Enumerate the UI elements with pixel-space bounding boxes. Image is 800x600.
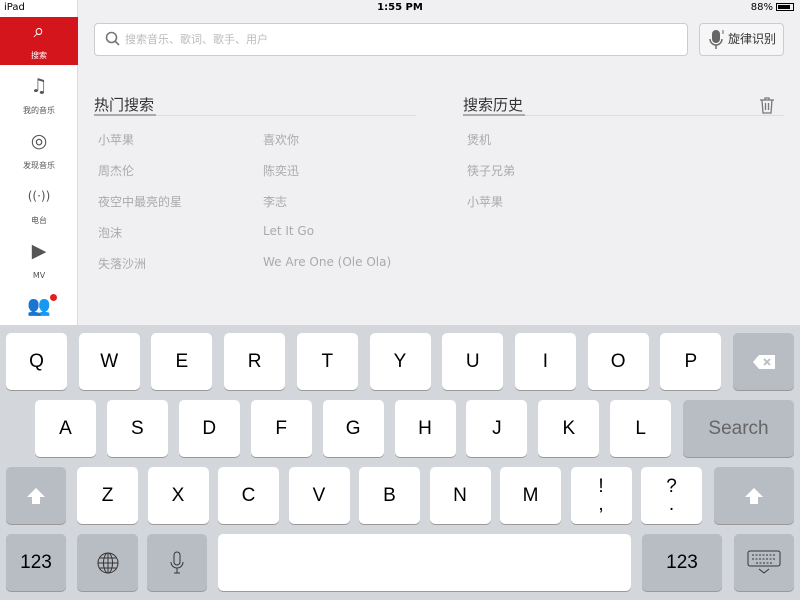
key-r[interactable]: R [224,333,286,390]
sidebar-item-label: 我的音乐 [23,106,55,115]
sidebar-item-label: MV [32,271,46,280]
key-i[interactable]: I [514,333,576,390]
search-suggestion[interactable]: 筷子兄弟 [467,162,515,179]
key-u[interactable]: U [442,333,504,390]
search-suggestion[interactable]: 小苹果 [467,193,503,210]
key-a[interactable]: A [35,400,96,457]
numbers-key-left[interactable]: 123 [6,534,66,591]
key-m[interactable]: M [500,467,561,524]
key-n[interactable]: N [429,467,491,524]
sidebar-item-label: 电台 [31,216,47,225]
search-suggestion[interactable]: 煲机 [467,131,491,148]
backspace-icon [752,354,775,369]
trash-icon[interactable] [759,96,775,114]
search-suggestion[interactable]: 李志 [263,193,287,210]
microphone-icon [709,30,724,49]
shift-key-right[interactable] [714,467,794,524]
battery-icon [776,3,794,11]
status-bar: iPad 1:55 PM 88% [0,0,800,16]
radio-icon: ((·)) [27,189,51,203]
search-input[interactable] [125,30,665,50]
sidebar-item-label: 发现音乐 [23,161,55,170]
key-j[interactable]: J [466,400,528,457]
search-bar[interactable] [94,23,688,56]
keyboard: Q W E R T Y U I O P A S D F G H J K L Search Z X C V B N M! ,? . 12… [0,325,800,600]
history-title: 搜索历史 [463,96,524,114]
key-l[interactable]: L [610,400,672,457]
key-s[interactable]: S [106,400,168,457]
key-v[interactable]: V [288,467,350,524]
key-c[interactable]: C [218,467,279,524]
shift-icon [27,487,45,504]
search-suggestion[interactable]: 喜欢你 [263,131,299,148]
sidebar-item[interactable]: ▶ MV [0,237,78,285]
key-y[interactable]: Y [369,333,431,390]
sidebar-item-label: 搜索 [31,51,47,60]
key-x[interactable]: X [147,467,209,524]
key-p[interactable]: P [660,333,722,390]
melody-recognition-label: 旋律识别 [728,32,777,46]
battery-percent: 88% [750,2,773,13]
friends-icon: 👥 [27,295,51,317]
search-suggestion[interactable]: Let It Go [263,224,314,238]
notification-badge [50,294,57,301]
search-suggestion[interactable]: 泡沫 [98,224,122,241]
search-suggestion[interactable]: 陈奕迅 [263,162,299,179]
search-icon: ⌕ [33,20,45,42]
divider [463,114,525,116]
melody-recognition-button[interactable]: 旋律识别 [699,23,784,56]
globe-key[interactable] [77,534,138,591]
sidebar-item[interactable]: ◎ 发现音乐 [0,127,78,175]
search-suggestion[interactable]: We Are One (Ole Ola) [263,255,391,269]
sidebar: ⌕搜索♫我的音乐◎发现音乐((·))电台▶MV👥朋友 [0,0,78,335]
search-suggestion[interactable]: 周杰伦 [98,162,134,179]
globe-icon [97,552,118,573]
dictation-key[interactable] [147,534,207,591]
microphone-icon [170,551,184,573]
key-t[interactable]: T [296,333,358,390]
shift-icon [745,487,763,504]
search-suggestion[interactable]: 失落沙洲 [98,255,146,272]
key-d[interactable]: D [178,400,240,457]
battery: 88% [751,2,794,13]
key-g[interactable]: G [322,400,384,457]
key-w[interactable]: W [78,333,140,390]
discover-icon: ◎ [30,130,48,152]
clock: 1:55 PM [377,2,423,13]
key-q[interactable]: Q [6,333,67,390]
sidebar-item[interactable]: ♫ 我的音乐 [0,72,78,120]
backspace-key[interactable] [733,333,794,390]
key-exclamation-comma[interactable]: ! , [570,467,632,524]
key-question-period[interactable]: ? . [641,467,702,524]
sidebar-item[interactable]: ((·)) 电台 [0,182,78,230]
key-o[interactable]: O [587,333,649,390]
space-key[interactable] [218,534,631,591]
key-b[interactable]: B [359,467,420,524]
search-icon [105,31,120,46]
hot-search-title: 热门搜索 [94,96,155,114]
keyboard-dismiss-icon [747,550,781,574]
sidebar-item[interactable]: ⌕ 搜索 [0,17,78,65]
search-key[interactable]: Search [683,400,794,457]
divider [94,114,156,116]
search-suggestion[interactable]: 夜空中最亮的星 [98,193,182,210]
key-f[interactable]: F [250,400,312,457]
key-k[interactable]: K [538,400,600,457]
search-suggestion[interactable]: 小苹果 [98,131,134,148]
music-note-icon: ♫ [30,75,48,97]
key-e[interactable]: E [151,333,213,390]
key-z[interactable]: Z [77,467,138,524]
dismiss-keyboard-key[interactable] [734,534,794,591]
mv-icon: ▶ [31,240,47,262]
numbers-key-right[interactable]: 123 [642,534,722,591]
key-h[interactable]: H [394,400,456,457]
shift-key-left[interactable] [6,467,66,524]
